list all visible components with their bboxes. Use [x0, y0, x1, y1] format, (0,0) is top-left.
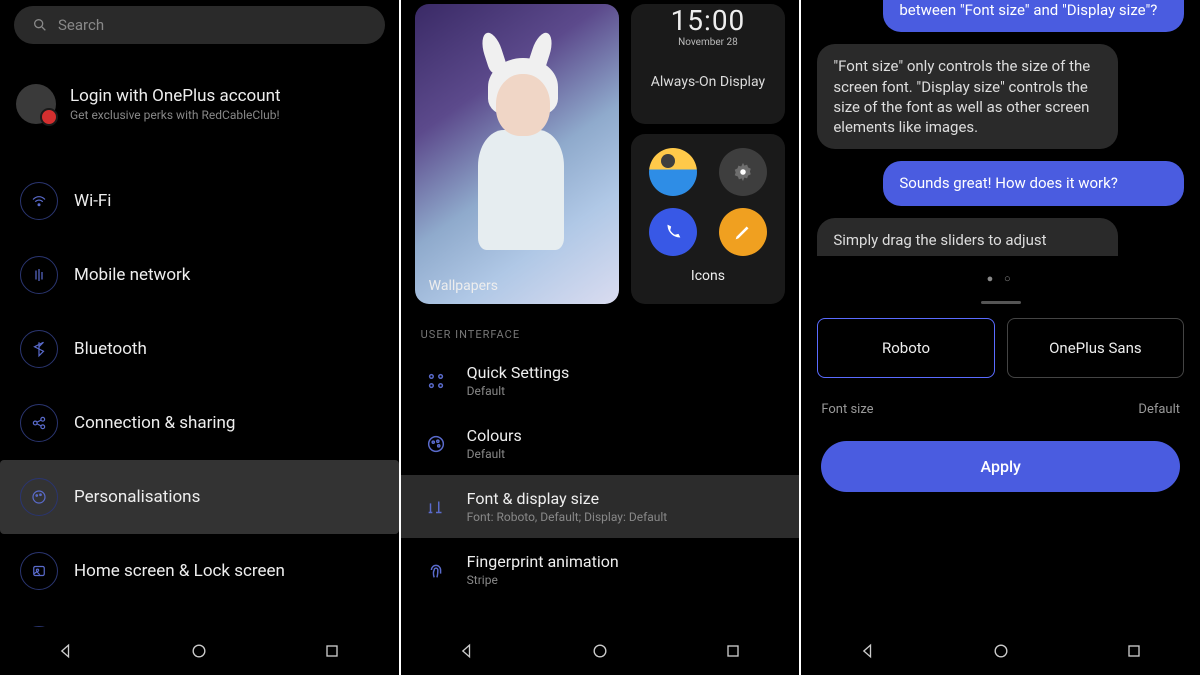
clock-time: 15:00: [671, 4, 746, 37]
mobile-icon: [20, 256, 58, 294]
clock-date: November 28: [631, 37, 786, 48]
home-icon[interactable]: [991, 641, 1011, 661]
home-icon[interactable]: [189, 641, 209, 661]
phone-1-settings: Search Login with OnePlus account Get ex…: [0, 0, 401, 675]
ui-item-font-display[interactable]: Font & display sizeFont: Roboto, Default…: [401, 475, 800, 538]
chat-bubble-user: Sounds great! How does it work?: [883, 161, 1184, 205]
android-nav-bar: [801, 627, 1200, 675]
wallpapers-card[interactable]: Wallpapers: [415, 4, 619, 304]
recents-icon[interactable]: [723, 641, 743, 661]
wifi-icon: [20, 182, 58, 220]
home-icon[interactable]: [590, 641, 610, 661]
font-option-oneplus-sans[interactable]: OnePlus Sans: [1007, 318, 1184, 378]
avatar-icon: [16, 84, 56, 124]
settings-item-mobile[interactable]: Mobile network: [14, 238, 385, 312]
ui-section-header: USER INTERFACE: [421, 328, 780, 341]
login-subtitle: Get exclusive perks with RedCableClub!: [70, 108, 281, 122]
apply-button[interactable]: Apply: [821, 441, 1180, 492]
three-phone-showcase: Search Login with OnePlus account Get ex…: [0, 0, 1200, 675]
back-icon[interactable]: [56, 641, 76, 661]
chat-bubble-assistant: Simply drag the sliders to adjust: [817, 218, 1118, 256]
settings-label: Bluetooth: [74, 339, 147, 359]
search-placeholder: Search: [58, 16, 104, 34]
settings-label: Personalisations: [74, 487, 200, 507]
font-size-value: Default: [1138, 402, 1180, 417]
phone-app-icon: [649, 208, 697, 256]
login-title: Login with OnePlus account: [70, 86, 281, 106]
fingerprint-icon: [421, 555, 451, 585]
settings-label: Connection & sharing: [74, 413, 235, 433]
back-icon[interactable]: [858, 641, 878, 661]
ui-item-quick-settings[interactable]: Quick SettingsDefault: [415, 349, 786, 412]
search-icon: [32, 17, 48, 33]
chat-bubble-user: between "Font size" and "Display size"?: [883, 0, 1184, 32]
image-icon: [20, 552, 58, 590]
wallpapers-label: Wallpapers: [429, 278, 498, 294]
settings-item-connection[interactable]: Connection & sharing: [14, 386, 385, 460]
android-nav-bar: [0, 627, 399, 675]
aod-card[interactable]: 15:00 November 28 Always-On Display: [631, 4, 786, 124]
phone-2-personalisations: Wallpapers 15:00 November 28 Always-On D…: [401, 0, 802, 675]
settings-item-bluetooth[interactable]: Bluetooth: [14, 312, 385, 386]
settings-label: Mobile network: [74, 265, 190, 285]
phone-3-font-size: between "Font size" and "Display size"? …: [801, 0, 1200, 675]
aod-label: Always-On Display: [643, 74, 774, 90]
icons-label: Icons: [691, 268, 725, 284]
recents-icon[interactable]: [1124, 641, 1144, 661]
settings-app-icon: [719, 148, 767, 196]
settings-item-homescreen[interactable]: Home screen & Lock screen: [14, 534, 385, 608]
gallery-app-icon: [649, 148, 697, 196]
back-icon[interactable]: [457, 641, 477, 661]
wallpaper-character: [460, 40, 603, 280]
page-indicator: ● ○: [801, 272, 1200, 285]
chat-preview: between "Font size" and "Display size"? …: [801, 0, 1200, 264]
login-row[interactable]: Login with OnePlus account Get exclusive…: [16, 84, 383, 124]
icons-card[interactable]: Icons: [631, 134, 786, 304]
colours-icon: [421, 429, 451, 459]
settings-item-wifi[interactable]: Wi-Fi: [14, 164, 385, 238]
settings-label: Wi-Fi: [74, 191, 111, 211]
settings-label: Home screen & Lock screen: [74, 561, 285, 581]
sheet-handle[interactable]: [981, 301, 1021, 304]
settings-item-personalisations[interactable]: Personalisations: [0, 460, 399, 534]
ui-item-colours[interactable]: ColoursDefault: [415, 412, 786, 475]
bluetooth-icon: [20, 330, 58, 368]
share-icon: [20, 404, 58, 442]
palette-icon: [20, 478, 58, 516]
chat-bubble-assistant: "Font size" only controls the size of th…: [817, 44, 1118, 149]
android-nav-bar: [401, 627, 800, 675]
font-option-roboto[interactable]: Roboto: [817, 318, 994, 378]
search-bar[interactable]: Search: [14, 6, 385, 44]
aod-clock: 15:00 November 28: [631, 4, 786, 48]
quick-settings-icon: [421, 366, 451, 396]
font-size-icon: [421, 492, 451, 522]
ui-item-fingerprint[interactable]: Fingerprint animationStripe: [415, 538, 786, 601]
font-size-label: Font size: [821, 402, 873, 417]
edit-app-icon: [719, 208, 767, 256]
recents-icon[interactable]: [322, 641, 342, 661]
